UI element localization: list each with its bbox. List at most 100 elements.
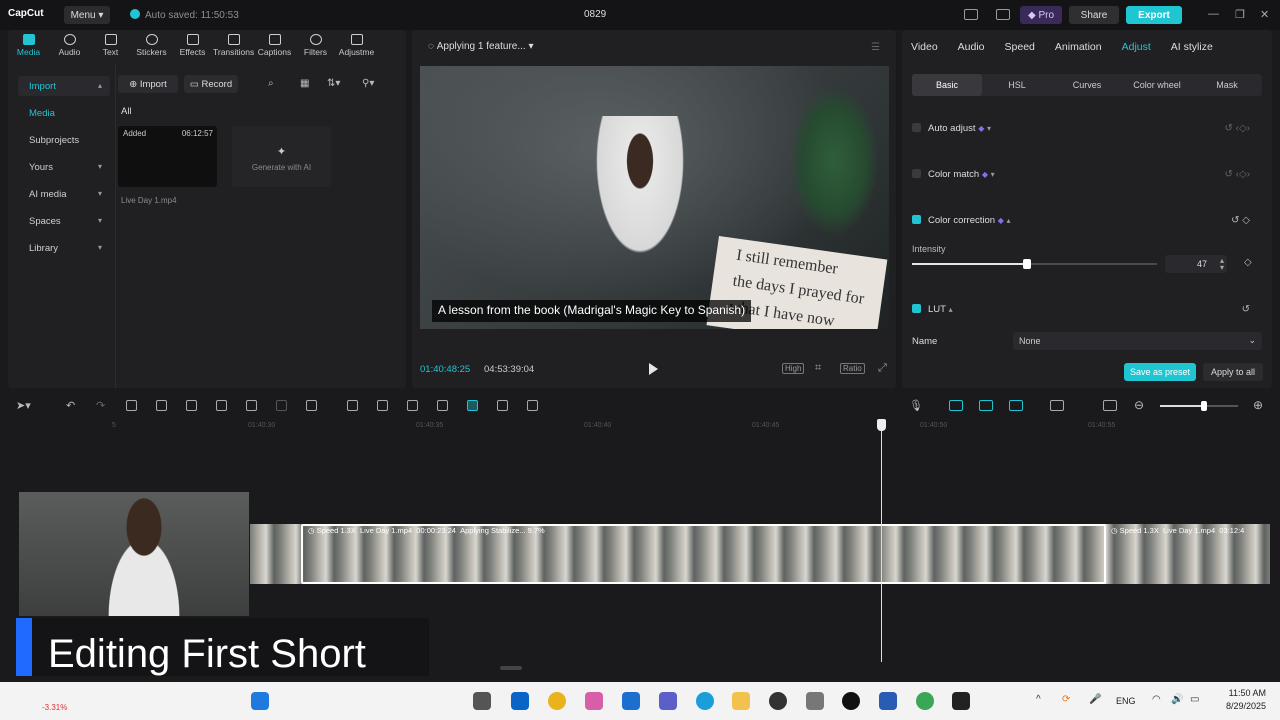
tab-audio[interactable]: Audio — [958, 41, 985, 53]
menu-button[interactable]: Menu ▾ — [64, 6, 110, 24]
stepper-icon[interactable]: ▴ ▾ — [1220, 257, 1224, 272]
color-correction-checkbox[interactable] — [912, 215, 921, 224]
undo-icon[interactable]: ↶ — [66, 399, 75, 412]
keyframe-icons[interactable]: ↺ ‹◇› — [1224, 169, 1250, 180]
auto-adjust-checkbox[interactable] — [912, 123, 921, 132]
store-icon[interactable] — [622, 692, 640, 710]
maximize-icon[interactable]: ❐ — [1235, 8, 1245, 21]
filter-icon[interactable]: ⚲▾ — [362, 78, 374, 89]
screen-icon[interactable] — [497, 400, 508, 411]
record-button[interactable]: ▭ Record — [184, 75, 238, 93]
tool-adjustment[interactable]: Adjustme — [336, 30, 377, 64]
freeze-icon[interactable] — [347, 400, 358, 411]
close-icon[interactable]: ✕ — [1260, 8, 1269, 21]
file-explorer-icon[interactable] — [732, 692, 750, 710]
crop-icon[interactable] — [276, 400, 287, 411]
minimize-icon[interactable]: — — [1208, 8, 1219, 20]
save-preset-button[interactable]: Save as preset — [1124, 363, 1196, 381]
video-preview[interactable]: I still remember the days I prayed for w… — [420, 66, 889, 329]
chrome-icon[interactable] — [548, 692, 566, 710]
zoom-out-icon[interactable]: ⊖ — [1134, 398, 1144, 412]
tool-audio[interactable]: Audio — [49, 30, 90, 64]
zoom-slider-handle[interactable] — [1201, 401, 1207, 411]
volume-icon[interactable]: 🔊 — [1171, 694, 1183, 705]
mic-tray-icon[interactable]: 🎤 — [1089, 694, 1101, 705]
capcut-icon[interactable] — [952, 692, 970, 710]
media-clip-thumbnail[interactable]: Added 06:12:57 — [118, 126, 217, 187]
nav-media[interactable]: Media — [18, 103, 110, 123]
battery-icon[interactable]: ▭ — [1190, 694, 1199, 705]
ratio-button[interactable]: Ratio — [840, 363, 865, 374]
playhead-line[interactable] — [881, 420, 882, 662]
apply-all-button[interactable]: Apply to all — [1203, 363, 1263, 381]
search-icon[interactable]: ⌕ — [268, 78, 274, 89]
nav-import[interactable]: Import ▴ — [18, 76, 110, 96]
preview-axis-icon[interactable] — [1050, 400, 1064, 411]
quality-button[interactable]: High — [782, 363, 805, 374]
teams-icon[interactable] — [659, 692, 677, 710]
nav-yours[interactable]: Yours ▾ — [18, 157, 110, 177]
tool-captions[interactable]: Captions — [254, 30, 295, 64]
intensity-slider[interactable] — [912, 259, 1157, 269]
language-indicator[interactable]: ENG — [1116, 696, 1136, 706]
settings-icon[interactable] — [806, 692, 824, 710]
subtab-color-wheel[interactable]: Color wheel — [1122, 74, 1192, 96]
keyframe-diamond-icon[interactable]: ◇ — [1244, 257, 1252, 268]
edge-icon[interactable] — [696, 692, 714, 710]
share-button[interactable]: Share — [1069, 6, 1119, 24]
hd-icon[interactable] — [467, 400, 478, 411]
intensity-value-input[interactable]: 47 — [1165, 255, 1227, 273]
tab-ai-stylize[interactable]: AI stylize — [1171, 41, 1213, 53]
keyframe-icons[interactable]: ↺ ‹◇› — [1224, 123, 1250, 134]
delete-icon[interactable] — [216, 400, 227, 411]
split-icon[interactable] — [126, 400, 137, 411]
video-caption[interactable]: A lesson from the book (Madrigal's Magic… — [432, 300, 752, 322]
redo-icon[interactable]: ↷ — [96, 399, 105, 412]
chrome-profile-icon[interactable] — [916, 692, 934, 710]
play-icon[interactable] — [649, 363, 658, 375]
tab-adjust[interactable]: Adjust — [1122, 41, 1151, 53]
tool-media[interactable]: Media — [8, 30, 49, 64]
mark-icon[interactable] — [246, 400, 257, 411]
tool-transitions[interactable]: Transitions — [213, 30, 254, 64]
display-icon[interactable] — [996, 9, 1010, 20]
chevron-up-icon[interactable]: ^ — [1036, 694, 1041, 705]
tab-speed[interactable]: Speed — [1005, 41, 1035, 53]
sync-icon[interactable]: ⟳ — [1062, 694, 1070, 705]
export-button[interactable]: Export — [1126, 6, 1182, 24]
playhead-handle[interactable] — [877, 419, 886, 431]
fit-icon[interactable]: ⌗ — [815, 362, 821, 375]
clock[interactable]: 11:50 AM 8/29/2025 — [1226, 687, 1266, 713]
pro-button[interactable]: ◆ Pro — [1020, 6, 1062, 24]
chatgpt-icon[interactable] — [769, 692, 787, 710]
select-tool-icon[interactable]: ➤▾ — [16, 399, 31, 412]
word-icon[interactable] — [879, 692, 897, 710]
tool-text[interactable]: Text — [90, 30, 131, 64]
start-icon[interactable] — [251, 692, 269, 710]
nav-ai-media[interactable]: AI media ▾ — [18, 184, 110, 204]
generate-ai-card[interactable]: ✦ Generate with AI — [232, 126, 331, 187]
chevron-up-icon[interactable]: ▴ — [949, 305, 953, 314]
fullscreen-icon[interactable]: ⤢ — [878, 362, 887, 375]
subtab-curves[interactable]: Curves — [1052, 74, 1122, 96]
mirror-icon[interactable] — [306, 400, 317, 411]
zoom-in-icon[interactable]: ⊕ — [1253, 398, 1263, 412]
intensity-slider-handle[interactable] — [1023, 259, 1031, 269]
nav-library[interactable]: Library ▾ — [18, 238, 110, 258]
filter-all[interactable]: All — [121, 106, 132, 117]
person-icon[interactable] — [407, 400, 418, 411]
menu-lines-icon[interactable]: ☰ — [871, 42, 880, 53]
grid-view-icon[interactable]: ▦ — [300, 78, 309, 89]
taskview-icon[interactable] — [473, 692, 491, 710]
import-button[interactable]: ⊕ Import — [118, 75, 178, 93]
subtab-basic[interactable]: Basic — [912, 74, 982, 96]
microphone-icon[interactable]: 🎙 — [909, 399, 923, 412]
stabilize-icon[interactable] — [527, 400, 538, 411]
tab-video[interactable]: Video — [911, 41, 938, 53]
chevron-down-icon[interactable]: ▾ — [987, 124, 991, 133]
split-left-icon[interactable] — [156, 400, 167, 411]
zoom-slider[interactable] — [1160, 401, 1238, 411]
magic-icon[interactable] — [437, 400, 448, 411]
main-track-link-icon[interactable] — [949, 400, 963, 411]
reverse-icon[interactable] — [377, 400, 388, 411]
